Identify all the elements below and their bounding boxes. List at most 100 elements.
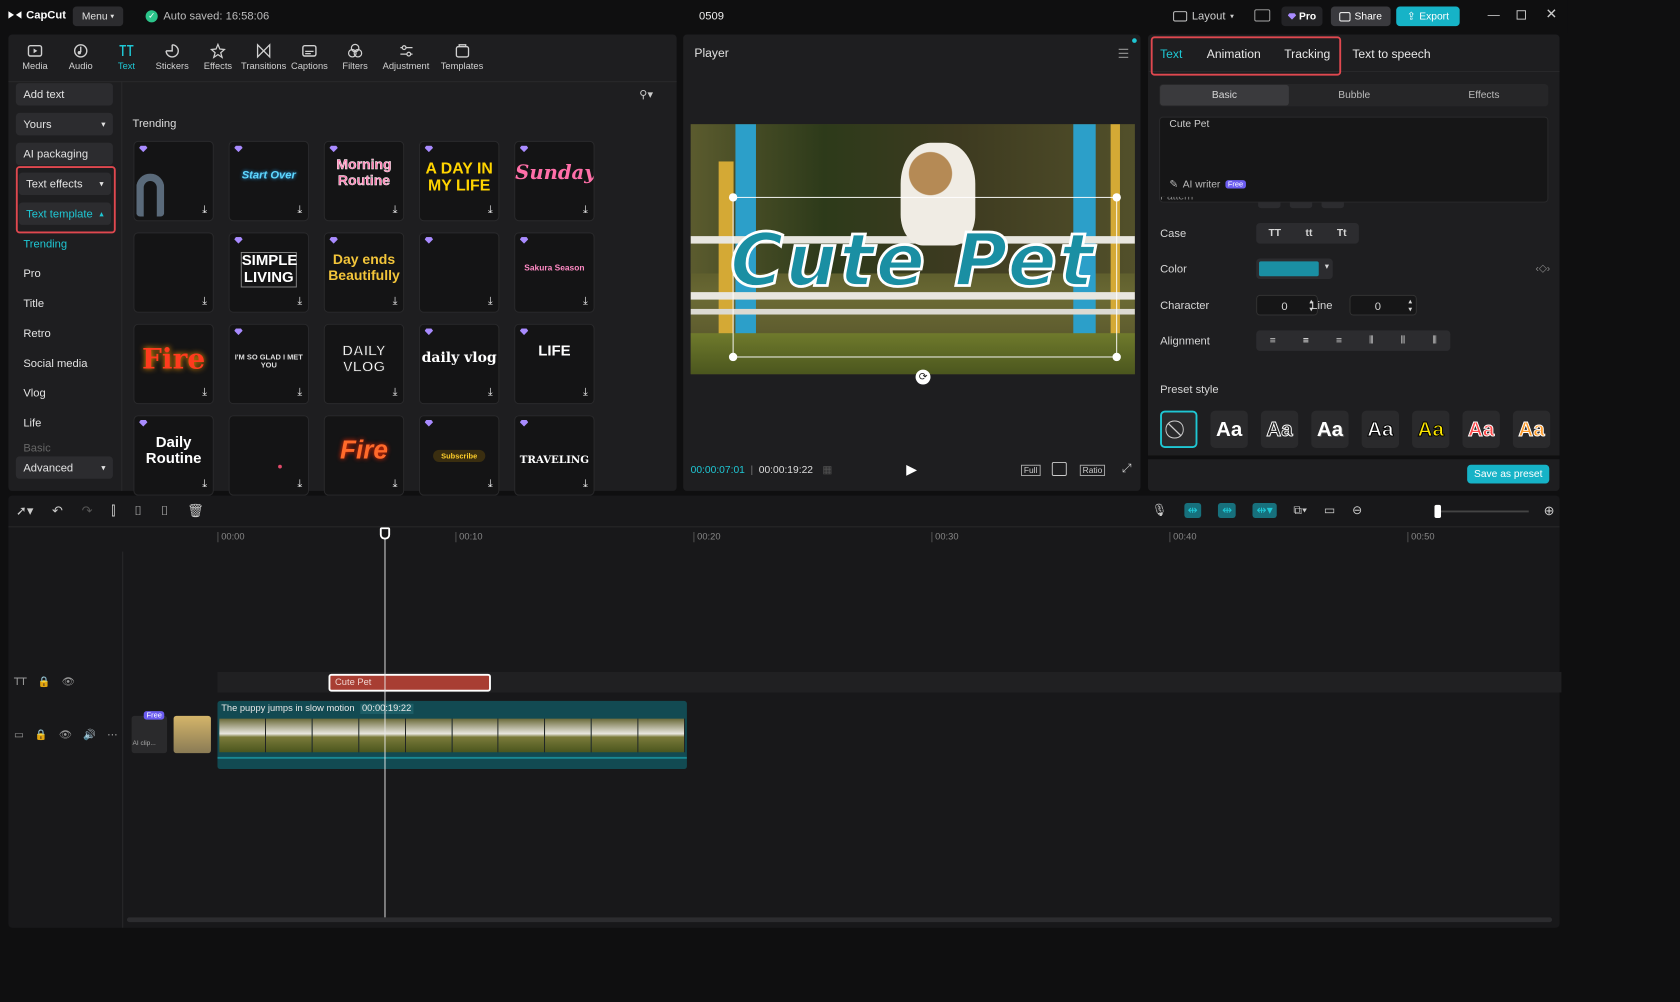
resize-handle[interactable]	[1112, 193, 1121, 202]
split-view-icon[interactable]: ⧉▾	[1293, 503, 1307, 518]
split-right-icon[interactable]: ⌷	[161, 503, 169, 519]
playhead-handle[interactable]	[379, 527, 391, 540]
subtab-bubble[interactable]: Bubble	[1290, 85, 1419, 106]
horizontal-scrollbar[interactable]	[126, 917, 1553, 923]
keyframe-icon[interactable]: ‹◇›	[1535, 262, 1550, 274]
delete-icon[interactable]: 🗑	[187, 503, 204, 519]
download-icon[interactable]: ⤓	[583, 477, 588, 491]
vertical-center-icon[interactable]: ⦀	[1401, 335, 1406, 347]
download-icon[interactable]: ⤓	[202, 385, 207, 399]
more-icon[interactable]: ⋯	[107, 729, 117, 741]
preset-shadow[interactable]: Aa	[1311, 410, 1349, 448]
preset-orange[interactable]: Aa	[1512, 410, 1551, 448]
preview-axis-icon[interactable]: ⇹▾	[1252, 503, 1277, 518]
subtab-basic[interactable]: Basic	[1160, 84, 1289, 106]
align-left-icon[interactable]: ≡	[1270, 335, 1276, 346]
line-spacing-input[interactable]: 0 ▴ ▾	[1349, 294, 1417, 316]
download-icon[interactable]: ⤓	[393, 294, 398, 308]
download-icon[interactable]: ⤓	[393, 385, 398, 399]
template-card[interactable]: ⤓	[133, 140, 214, 222]
vertical-top-icon[interactable]: ⦀	[1369, 335, 1374, 347]
case-title[interactable]: Tt	[1337, 228, 1347, 239]
tab-text-props[interactable]: Text	[1160, 47, 1182, 61]
lock-icon[interactable]: 🔒	[38, 676, 51, 688]
zoom-out-icon[interactable]: ⊖	[1352, 503, 1362, 518]
template-card[interactable]: Subscribe ⤓	[419, 415, 500, 496]
sidebar-item-pro[interactable]: Pro	[16, 262, 113, 284]
download-icon[interactable]: ⤓	[488, 203, 493, 217]
ai-writer-button[interactable]: ✎ AI writer Free	[1169, 178, 1246, 190]
download-icon[interactable]: ⤓	[202, 294, 207, 308]
eye-icon[interactable]: 👁	[62, 676, 75, 688]
screenshot-icon[interactable]	[1051, 461, 1067, 476]
case-lower[interactable]: tt	[1306, 228, 1313, 239]
zoom-in-icon[interactable]: ⊕	[1544, 503, 1555, 519]
preset-black-outline[interactable]: Aa	[1361, 410, 1400, 448]
ai-packaging-button[interactable]: AI packaging	[15, 142, 113, 166]
tab-adjustment[interactable]: Adjustment	[378, 42, 434, 71]
download-icon[interactable]: ⤓	[202, 477, 207, 491]
zoom-slider-handle[interactable]	[1434, 504, 1442, 518]
link-icon[interactable]: ⇹	[1218, 503, 1236, 518]
export-button[interactable]: ⇪ Export	[1396, 6, 1460, 27]
template-card[interactable]: A DAY IN MY LIFE ⤓	[419, 140, 500, 222]
tab-animation[interactable]: Animation	[1207, 47, 1261, 61]
advanced-dropdown[interactable]: Advanced ▾	[15, 456, 113, 479]
microphone-icon[interactable]: 🎙	[1152, 503, 1167, 518]
italic-button[interactable]	[1321, 202, 1344, 209]
zoom-fit-icon[interactable]: ▭	[1324, 503, 1335, 518]
tab-filters[interactable]: Filters	[332, 42, 378, 71]
template-card[interactable]: ⤓	[133, 232, 214, 313]
redo-icon[interactable]: ↷	[82, 503, 93, 519]
add-text-button[interactable]: Add text	[15, 83, 113, 106]
sidebar-item-basic[interactable]: Basic	[16, 441, 113, 454]
tab-text[interactable]: Text	[104, 42, 150, 71]
tab-captions[interactable]: Captions	[287, 42, 333, 71]
sidebar-item-social-media[interactable]: Social media	[16, 352, 113, 374]
preset-red[interactable]: Aa	[1462, 410, 1500, 448]
download-icon[interactable]: ⤓	[583, 203, 588, 217]
eye-icon[interactable]: 👁	[59, 729, 72, 741]
template-card[interactable]: daily vlog ⤓	[419, 323, 500, 405]
time-ruler[interactable]: 00:00 00:10 00:20 00:30 00:40 00:50	[217, 529, 1561, 550]
template-card[interactable]: Fire ⤓	[323, 415, 405, 496]
sidebar-item-life[interactable]: Life	[16, 412, 113, 434]
sidebar-item-trending[interactable]: Trending	[16, 232, 113, 254]
menu-button[interactable]: Menu ▾	[72, 6, 124, 27]
tab-stickers[interactable]: Stickers	[149, 42, 195, 71]
overlay-text[interactable]: Cute Pet	[691, 218, 1135, 305]
split-icon[interactable]: ⫿	[111, 503, 115, 519]
download-icon[interactable]: ⤓	[583, 294, 588, 308]
yours-dropdown[interactable]: Yours ▾	[15, 112, 113, 136]
resize-handle[interactable]	[1112, 352, 1121, 362]
character-spacing-input[interactable]: 0 ▴ ▾	[1256, 294, 1318, 316]
rotate-icon[interactable]: ⟳	[915, 369, 931, 385]
zoom-slider[interactable]	[1435, 510, 1529, 513]
full-button[interactable]: Full	[1021, 464, 1041, 476]
split-left-icon[interactable]: ⌷	[134, 503, 142, 519]
text-clip[interactable]: Cute Pet	[328, 673, 491, 692]
template-card[interactable]: Fire ⤓	[133, 323, 214, 405]
tab-media[interactable]: Media	[12, 42, 58, 71]
text-template-dropdown[interactable]: Text template ▴	[18, 202, 112, 225]
template-card[interactable]: Sunday ⤓	[514, 140, 595, 222]
download-icon[interactable]: ⤓	[488, 385, 493, 399]
filter-sort-icon[interactable]: ⚲▾	[639, 88, 653, 101]
cover-thumb[interactable]	[173, 715, 211, 754]
lock-icon[interactable]: 🔒	[35, 729, 48, 741]
template-card[interactable]: Sakura Season ⤓	[514, 232, 595, 313]
template-card[interactable]: I'M SO GLAD I MET YOU ⤓	[228, 323, 309, 405]
download-icon[interactable]: ⤓	[393, 477, 398, 491]
subtab-effects[interactable]: Effects	[1420, 85, 1549, 106]
download-icon[interactable]: ⤓	[488, 477, 493, 491]
resize-handle[interactable]	[728, 352, 738, 362]
template-card[interactable]: Day ends Beautifully ⤓	[323, 232, 405, 313]
select-tool-icon[interactable]: ➚▾	[16, 503, 34, 519]
share-button[interactable]: Share	[1330, 6, 1391, 27]
stepper-icon[interactable]: ▴ ▾	[1408, 297, 1412, 314]
playhead[interactable]	[384, 529, 386, 918]
tab-audio[interactable]: Audio	[58, 42, 104, 71]
download-icon[interactable]: ⤓	[583, 385, 588, 399]
hamburger-icon[interactable]: ☰	[1118, 46, 1130, 62]
fullscreen-icon[interactable]: ⤢	[1122, 461, 1132, 476]
